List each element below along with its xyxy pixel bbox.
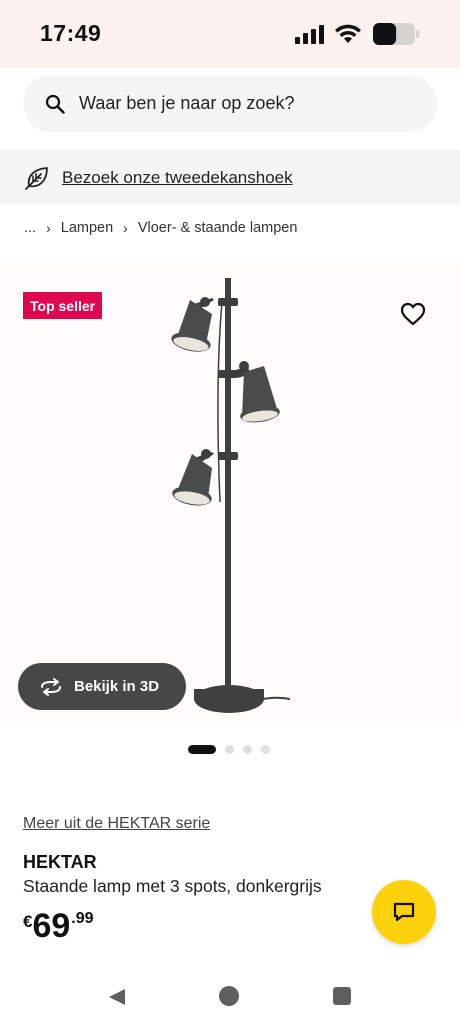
search-bar[interactable]: Waar ben je naar op zoek? (23, 75, 437, 132)
view-in-3d-button[interactable]: Bekijk in 3D (18, 663, 186, 710)
status-time: 17:49 (40, 20, 102, 46)
chat-icon (393, 902, 415, 922)
leaf-icon (25, 166, 48, 190)
circular-hub-link[interactable]: Bezoek onze tweedekanshoek (62, 168, 293, 188)
heart-icon[interactable] (399, 301, 427, 327)
floor-lamp-image (171, 278, 291, 713)
breadcrumb-item-floor-lamps[interactable]: Vloer- & staande lampen (138, 220, 298, 236)
pagination-dot[interactable] (243, 745, 252, 754)
product-image[interactable] (0, 262, 460, 722)
search-placeholder: Waar ben je naar op zoek? (79, 93, 295, 113)
price-currency: € (23, 912, 33, 931)
breadcrumb-separator: › (123, 220, 128, 236)
battery-icon (373, 23, 419, 45)
chat-button[interactable] (372, 880, 436, 944)
recents-icon[interactable] (333, 987, 351, 1005)
wifi-icon (335, 24, 361, 43)
pagination-dot[interactable] (225, 745, 234, 754)
top-seller-badge: Top seller (23, 292, 103, 319)
series-link[interactable]: Meer uit de HEKTAR serie (23, 815, 210, 833)
signal-icon (295, 25, 324, 44)
status-bar: 17:49 (0, 0, 460, 68)
pagination-dot[interactable] (261, 745, 270, 754)
view-in-3d-label: Bekijk in 3D (74, 678, 160, 695)
pagination-dot[interactable] (188, 745, 216, 754)
product-name: HEKTAR (23, 852, 97, 872)
search-icon (45, 94, 65, 114)
breadcrumb-separator: › (46, 220, 51, 236)
price-decimal: .99 (71, 910, 94, 927)
breadcrumb-ellipsis[interactable]: ... (24, 220, 36, 236)
gallery-pagination[interactable] (188, 745, 270, 754)
status-icons (294, 22, 420, 46)
breadcrumb: ... › Lampen › Vloer- & staande lampen (24, 220, 297, 236)
rotate-icon (41, 677, 61, 696)
circular-hub-banner[interactable]: Bezoek onze tweedekanshoek (0, 150, 460, 205)
product-price: € 69 .99 (23, 906, 94, 946)
product-description: Staande lamp met 3 spots, donkergrijs (23, 876, 322, 896)
back-icon[interactable] (107, 988, 127, 1006)
price-integer: 69 (32, 907, 71, 945)
home-icon[interactable] (219, 986, 239, 1006)
breadcrumb-item-lampen[interactable]: Lampen (61, 220, 113, 236)
